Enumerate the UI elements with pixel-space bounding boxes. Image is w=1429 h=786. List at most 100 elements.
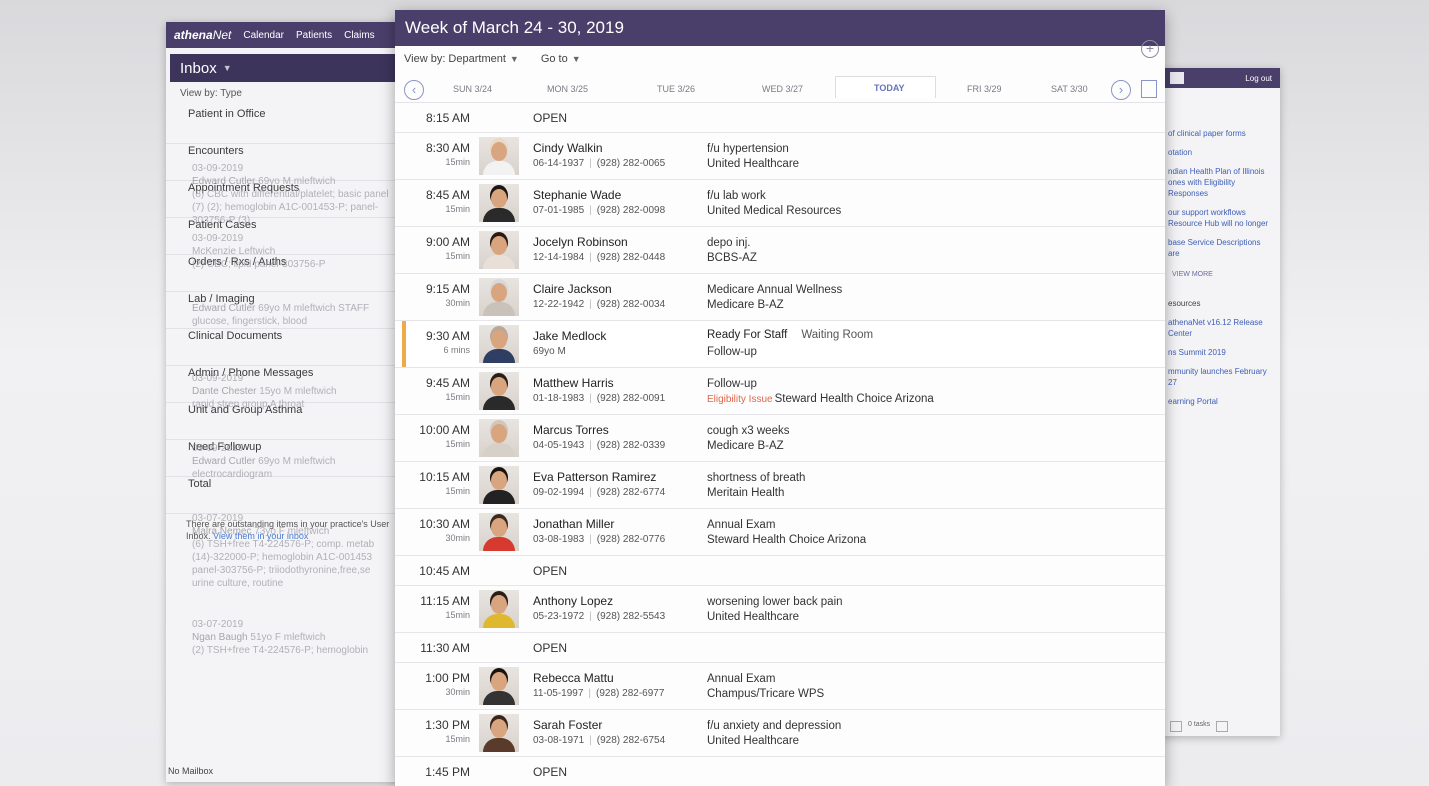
nav-calendar[interactable]: Calendar — [243, 30, 284, 41]
chevron-right-icon[interactable]: › — [1111, 80, 1131, 100]
nav-claims[interactable]: Claims — [344, 30, 375, 41]
appointment-row[interactable]: 8:30 AM 15min Cindy Walkin 06-14-1937 | (928)… — [395, 133, 1165, 180]
active-appointment-row[interactable]: 9:30 AM 6 mins Jake Medlock 69yo M Ready For… — [395, 321, 1165, 368]
tab-day[interactable]: SUN 3/24 — [453, 84, 492, 94]
logout-link[interactable]: Log out — [1245, 74, 1272, 83]
avatar[interactable] — [479, 231, 519, 269]
patient-phone: (928) 282-0098 — [596, 205, 666, 216]
tab-day[interactable]: SAT 3/30 — [1051, 84, 1088, 94]
news-link[interactable]: our support workflows Resource Hub will … — [1168, 207, 1274, 229]
patient-name[interactable]: Sarah Foster — [533, 718, 602, 732]
avatar[interactable] — [479, 278, 519, 316]
schedule-filters: View by: Department ▼ Go to ▼ — [395, 46, 1165, 72]
avatar[interactable] — [479, 419, 519, 457]
patient-name[interactable]: Jonathan Miller — [533, 517, 614, 531]
resource-link[interactable]: earning Portal — [1168, 396, 1274, 407]
inbox-ghost-item: 03-09-2019 Edward Cutler 69yo M mleftwich… — [192, 162, 392, 227]
patient-name[interactable]: Cindy Walkin — [533, 141, 603, 155]
eligibility-issue-link[interactable]: Eligibility Issue — [707, 394, 773, 405]
news-link[interactable]: base Service Descriptions are — [1168, 237, 1274, 259]
patient-phone: (928) 282-0448 — [596, 252, 666, 263]
calendar-icon[interactable] — [1141, 80, 1157, 98]
patient-dob: 11-05-1997 — [533, 688, 584, 699]
inbox-viewby-dropdown[interactable]: View by: Type — [180, 88, 402, 99]
tab-day[interactable]: TUE 3/26 — [657, 84, 695, 94]
patient-name[interactable]: Jake Medlock — [533, 329, 606, 343]
resource-link[interactable]: mmunity launches February 27 — [1168, 366, 1274, 388]
viewby-department-dropdown[interactable]: View by: Department ▼ — [404, 53, 519, 65]
patient-name[interactable]: Matthew Harris — [533, 376, 614, 390]
tab-day[interactable]: FRI 3/29 — [967, 84, 1002, 94]
open-slot-row[interactable]: 11:30 AM OPEN — [395, 633, 1165, 663]
appointment-duration: 30min — [445, 687, 470, 697]
avatar-head — [491, 518, 507, 537]
appointment-row[interactable]: 10:30 AM 30min Jonathan Miller 03-08-1983 | (… — [395, 509, 1165, 556]
avatar[interactable] — [479, 184, 519, 222]
ghost-patient-detail: 69yo M mleftwich — [255, 176, 336, 187]
window-icon[interactable] — [1216, 721, 1229, 732]
resource-link[interactable]: athenaNet v16.12 Release Center — [1168, 317, 1274, 339]
tab-day[interactable]: MON 3/25 — [547, 84, 588, 94]
ghost-patient-detail: 73yo F mleftwich — [251, 526, 330, 537]
inbox-category[interactable]: Clinical Documents — [166, 329, 402, 366]
inbox-header[interactable]: Inbox ▼ — [170, 54, 398, 82]
news-link[interactable]: of clinical paper forms — [1168, 128, 1274, 139]
open-slot-row[interactable]: 10:45 AM OPEN — [395, 556, 1165, 586]
ghost-patient-detail: 69yo M mleftwich STAFF — [255, 303, 370, 314]
appointment-row[interactable]: 9:15 AM 30min Claire Jackson 12-22-1942 | (92… — [395, 274, 1165, 321]
patient-name[interactable]: Marcus Torres — [533, 423, 609, 437]
open-slot-row[interactable]: 1:45 PM OPEN — [395, 757, 1165, 786]
avatar[interactable] — [479, 667, 519, 705]
avatar[interactable] — [479, 325, 519, 363]
inbox-panel: athenaNet Calendar Patients Claims Inbox… — [166, 22, 402, 782]
appointment-time: 1:30 PM — [425, 718, 470, 732]
visit-reason: cough x3 weeks — [707, 425, 790, 437]
appointment-row[interactable]: 8:45 AM 15min Stephanie Wade 07-01-1985 | (92… — [395, 180, 1165, 227]
goto-dropdown[interactable]: Go to ▼ — [541, 53, 581, 65]
chevron-left-icon[interactable]: ‹ — [404, 80, 424, 100]
tab-today[interactable]: TODAY — [835, 76, 936, 98]
view-more-link[interactable]: VIEW MORE — [1172, 269, 1274, 280]
avatar[interactable] — [479, 372, 519, 410]
news-link[interactable]: ndian Health Plan of Illinois ones with … — [1168, 166, 1274, 199]
patient-name[interactable]: Eva Patterson Ramirez — [533, 470, 656, 484]
task-checkbox-icon[interactable] — [1170, 721, 1182, 732]
appointment-row[interactable]: 11:15 AM 15min Anthony Lopez 05-23-1972 | (92… — [395, 586, 1165, 633]
plus-circle-icon[interactable]: + — [1141, 40, 1159, 58]
appointment-duration: 15min — [445, 610, 470, 620]
avatar[interactable] — [479, 714, 519, 752]
appointment-row[interactable]: 9:00 AM 15min Jocelyn Robinson 12-14-1984 | (… — [395, 227, 1165, 274]
news-link[interactable]: otation — [1168, 147, 1274, 158]
appointment-row[interactable]: 10:15 AM 15min Eva Patterson Ramirez 09-02-… — [395, 462, 1165, 509]
avatar-head — [491, 189, 507, 208]
patient-name[interactable]: Anthony Lopez — [533, 594, 613, 608]
patient-name[interactable]: Rebecca Mattu — [533, 671, 614, 685]
open-slot-row[interactable]: 8:15 AM OPEN — [395, 103, 1165, 133]
visit-type: Follow-up — [707, 346, 757, 358]
appointment-time: 9:45 AM — [425, 376, 470, 390]
patient-dob: 09-02-1994 — [533, 487, 585, 498]
inbox-category[interactable]: Patient in Office — [166, 107, 402, 144]
resource-link[interactable]: ns Summit 2019 — [1168, 347, 1274, 358]
tasks-count[interactable]: 0 tasks — [1188, 721, 1210, 732]
inbox-category[interactable]: Total — [166, 477, 402, 514]
patient-name[interactable]: Stephanie Wade — [533, 188, 621, 202]
athenanet-logo[interactable]: athenaNet — [174, 28, 231, 42]
patient-name[interactable]: Claire Jackson — [533, 282, 612, 296]
avatar[interactable] — [479, 590, 519, 628]
insurance-text: Meritain Health — [707, 487, 785, 499]
avatar[interactable] — [479, 513, 519, 551]
patient-phone: (928) 282-6977 — [596, 688, 665, 699]
search-icon[interactable] — [1170, 72, 1184, 84]
ghost-patient: Malra Nemec 73yo F mleftwich — [192, 525, 392, 538]
patient-name[interactable]: Jocelyn Robinson — [533, 235, 628, 249]
avatar[interactable] — [479, 137, 519, 175]
appointment-row[interactable]: 1:00 PM 30min Rebecca Mattu 11-05-1997 | (928… — [395, 663, 1165, 710]
tab-day[interactable]: WED 3/27 — [762, 84, 803, 94]
appointment-row[interactable]: 1:30 PM 15min Sarah Foster 03-08-1971 | (928)… — [395, 710, 1165, 757]
appointment-row[interactable]: 9:45 AM 15min Matthew Harris 01-18-1983 | (92… — [395, 368, 1165, 415]
nav-patients[interactable]: Patients — [296, 30, 332, 41]
appointment-time: 10:00 AM — [419, 423, 470, 437]
avatar[interactable] — [479, 466, 519, 504]
appointment-row[interactable]: 10:00 AM 15min Marcus Torres 04-05-1943 | (92… — [395, 415, 1165, 462]
